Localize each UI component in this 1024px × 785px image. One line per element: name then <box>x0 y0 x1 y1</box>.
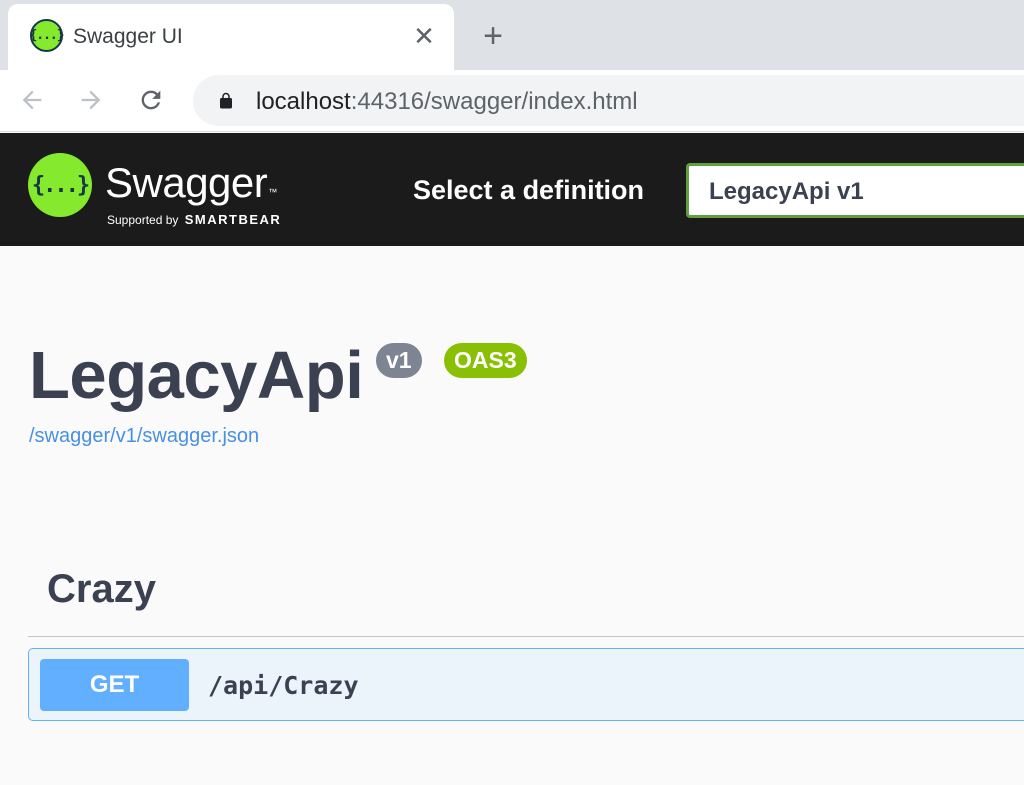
smartbear-text: SMARTBEAR <box>184 212 282 227</box>
browser-tabstrip: {...} Swagger UI ✕ + <box>0 0 1024 70</box>
url-host: localhost <box>256 88 351 115</box>
reload-icon[interactable] <box>131 80 171 120</box>
definition-label: Select a definition <box>413 175 645 205</box>
brand-text: Swagger <box>105 159 268 206</box>
swagger-logo-icon[interactable]: {...} <box>28 153 92 217</box>
definition-selected-value: LegacyApi v1 <box>709 178 864 205</box>
definition-select[interactable]: LegacyApi v1 <box>686 163 1024 218</box>
close-tab-icon[interactable]: ✕ <box>406 18 442 54</box>
tag-divider <box>28 636 1024 637</box>
url-text: localhost:44316/swagger/index.html <box>256 88 638 116</box>
supported-by: Supported by SMARTBEAR <box>107 212 281 227</box>
method-badge: GET <box>40 659 189 711</box>
new-tab-button[interactable]: + <box>473 16 513 56</box>
swagger-brand[interactable]: Swagger™ <box>105 159 277 207</box>
swagger-favicon-icon: {...} <box>29 19 65 52</box>
back-arrow-icon[interactable] <box>12 80 52 120</box>
lock-icon <box>220 92 232 109</box>
tag-title[interactable]: Crazy <box>47 567 156 612</box>
oas-badge: OAS3 <box>444 343 527 378</box>
address-bar[interactable]: localhost:44316/swagger/index.html <box>193 75 1024 126</box>
supported-by-text: Supported by <box>107 213 179 227</box>
browser-tab[interactable]: {...} Swagger UI ✕ <box>8 4 454 70</box>
operation-path: /api/Crazy <box>208 671 359 700</box>
brand-trademark: ™ <box>268 187 277 197</box>
browser-toolbar: localhost:44316/swagger/index.html <box>0 70 1024 132</box>
tab-title: Swagger UI <box>73 25 183 48</box>
forward-arrow-icon[interactable] <box>71 80 111 120</box>
spec-json-link[interactable]: /swagger/v1/swagger.json <box>29 425 259 448</box>
swagger-topbar: {...} Swagger™ Supported by SMARTBEAR Se… <box>0 133 1024 246</box>
version-badge: v1 <box>376 343 422 378</box>
operation-block-get[interactable]: GET /api/Crazy <box>28 648 1024 721</box>
url-path: :44316/swagger/index.html <box>350 88 638 115</box>
api-title: LegacyApi <box>29 338 364 413</box>
